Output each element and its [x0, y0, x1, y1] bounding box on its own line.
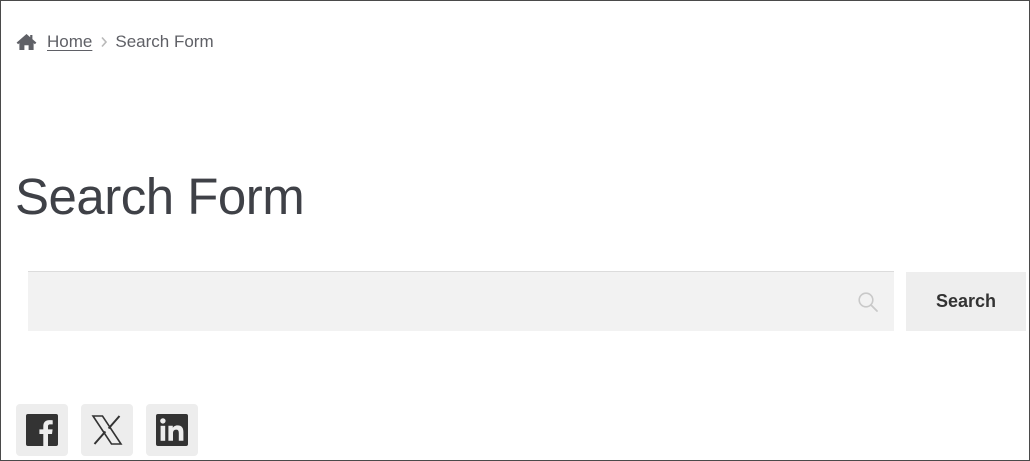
facebook-share-button[interactable] — [16, 404, 68, 456]
breadcrumb: Home Search Form — [16, 30, 214, 54]
x-share-button[interactable] — [81, 404, 133, 456]
search-button[interactable]: Search — [906, 272, 1026, 331]
page-frame: Home Search Form Search Form Search — [0, 0, 1030, 461]
x-icon — [91, 415, 123, 445]
search-field — [28, 271, 894, 331]
facebook-icon — [26, 414, 58, 446]
home-icon[interactable] — [16, 33, 37, 51]
linkedin-icon — [156, 414, 188, 446]
breadcrumb-home-link[interactable]: Home — [47, 32, 92, 52]
search-form: Search — [28, 271, 1026, 331]
breadcrumb-current: Search Form — [115, 32, 214, 51]
linkedin-share-button[interactable] — [146, 404, 198, 456]
page-title: Search Form — [15, 168, 305, 225]
search-input[interactable] — [28, 272, 894, 331]
social-share-bar — [16, 404, 198, 456]
search-icon — [857, 291, 879, 313]
chevron-right-icon — [100, 36, 108, 48]
